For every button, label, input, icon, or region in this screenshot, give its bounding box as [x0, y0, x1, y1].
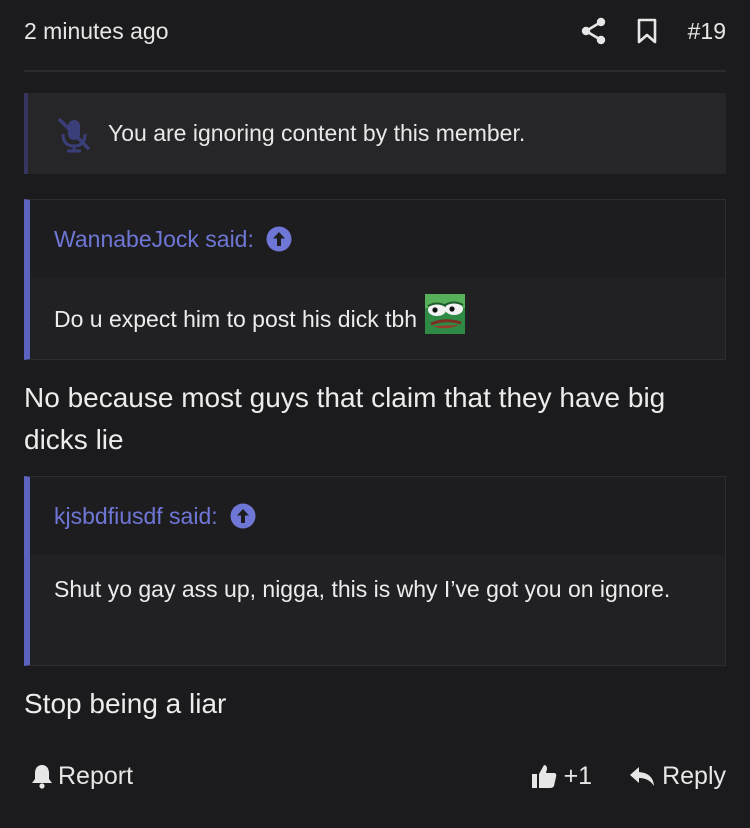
post-message-text: No because most guys that claim that the… — [24, 382, 666, 455]
ignored-notice-text: You are ignoring content by this member. — [108, 120, 526, 146]
like-button[interactable]: +1 — [530, 761, 593, 791]
arrow-up-icon — [230, 503, 256, 529]
quote-body: Do u expect him to post his dick tbh — [30, 278, 725, 360]
report-button[interactable]: Report — [30, 762, 133, 791]
bookmark-icon — [637, 18, 656, 44]
ignored-content-notice[interactable]: You are ignoring content by this member. — [24, 93, 726, 174]
share-button[interactable] — [580, 17, 608, 45]
quote-author-link[interactable]: WannabeJock said: — [30, 200, 725, 278]
post-footer: Report +1 Reply — [24, 752, 726, 800]
post-number-link[interactable]: #19 — [688, 18, 726, 45]
quote-text: Do u expect him to post his dick tbh — [54, 305, 418, 332]
bell-icon — [32, 765, 52, 789]
reply-arrow-icon — [630, 767, 655, 786]
quote-author-link[interactable]: kjsbdfiusdf said: — [30, 477, 725, 555]
post-header: 2 minutes ago #19 — [24, 0, 726, 62]
post-header-actions: #19 — [580, 17, 726, 45]
quote-author-label: kjsbdfiusdf said: — [54, 502, 218, 529]
post-message-text: Stop being a liar — [24, 688, 227, 719]
quote-text: Shut yo gay ass up, nigga, this is why I… — [54, 576, 671, 602]
reply-button[interactable]: Reply — [628, 762, 726, 791]
report-label: Report — [58, 761, 134, 790]
mute-icon — [57, 117, 91, 152]
thumbs-up-icon — [531, 765, 556, 788]
bookmark-button[interactable] — [636, 17, 658, 45]
footer-right: +1 Reply — [530, 762, 726, 791]
like-count: +1 — [563, 761, 593, 790]
share-icon — [581, 17, 605, 45]
quote-block: kjsbdfiusdf said: Shut yo gay ass up, ni… — [24, 476, 726, 666]
quote-author-label: WannabeJock said: — [54, 225, 254, 252]
reply-label: Reply — [662, 761, 726, 790]
header-divider — [24, 70, 726, 72]
post-timestamp[interactable]: 2 minutes ago — [24, 18, 168, 45]
footer-left: Report — [24, 762, 133, 791]
quote-body: Shut yo gay ass up, nigga, this is why I… — [30, 555, 725, 608]
arrow-up-icon — [266, 226, 292, 252]
pepe-icon — [425, 294, 466, 334]
quote-block: WannabeJock said: Do u expect him to pos… — [24, 199, 726, 360]
